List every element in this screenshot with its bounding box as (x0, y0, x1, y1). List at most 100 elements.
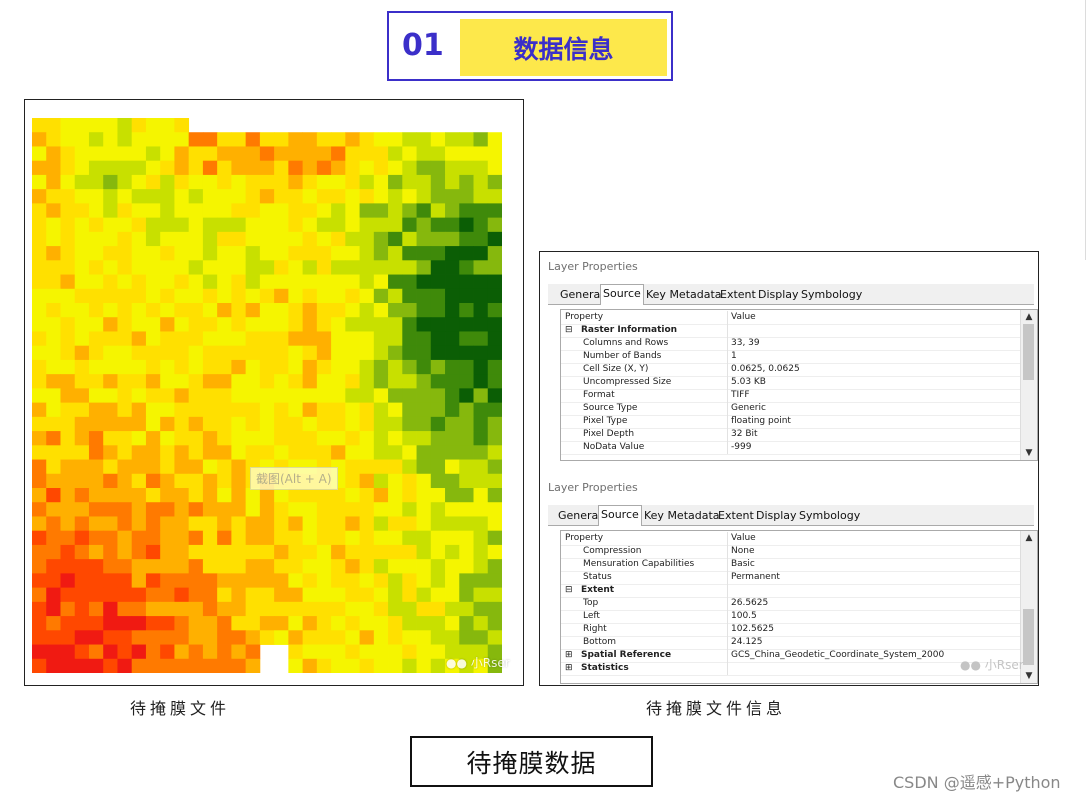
grid-row[interactable]: Right 102.5625 (561, 623, 1020, 637)
raster-cell (416, 160, 432, 176)
scroll-down-icon[interactable]: ▼ (1021, 446, 1037, 460)
grid-row[interactable]: Format TIFF (561, 389, 1020, 403)
raster-cell (331, 559, 346, 574)
raster-cell (402, 160, 417, 176)
raster-cell (345, 431, 360, 446)
tab-symbology[interactable]: Symbology (799, 286, 864, 303)
raster-cell (445, 601, 460, 617)
raster-cell (74, 217, 90, 233)
raster-cell (459, 359, 474, 375)
raster-cell (416, 530, 432, 546)
raster-cell (160, 189, 175, 204)
raster-cell (487, 630, 502, 645)
raster-cell (46, 274, 61, 290)
tab-key-metadata[interactable]: Key Metadata (644, 286, 724, 303)
grid-row[interactable]: Cell Size (X, Y) 0.0625, 0.0625 (561, 363, 1020, 377)
grid-row[interactable]: Source Type Generic (561, 402, 1020, 416)
raster-cell (288, 374, 303, 389)
tab-source[interactable]: Source (600, 284, 644, 305)
grid-row[interactable]: Left 100.5 (561, 610, 1020, 624)
raster-cell (231, 303, 247, 318)
grid-row[interactable]: Mensuration Capabilities Basic (561, 558, 1020, 572)
raster-cell (160, 644, 175, 660)
tab-key-metadata[interactable]: Key Metadata (642, 507, 722, 524)
raster-cell (60, 530, 76, 546)
grid-row[interactable]: ⊞ Statistics (561, 662, 1020, 676)
grid-row[interactable]: NoData Value -999 (561, 441, 1020, 455)
tab-symbology[interactable]: Symbology (797, 507, 862, 524)
tab-extent[interactable]: Extent (716, 507, 756, 524)
raster-cell (274, 402, 289, 418)
raster-cell (131, 559, 147, 574)
grid-row[interactable]: Columns and Rows 33, 39 (561, 337, 1020, 351)
scrollbar-thumb[interactable] (1023, 324, 1034, 380)
raster-cell (373, 331, 389, 347)
tab-general[interactable]: General (556, 507, 603, 524)
raster-cell (117, 146, 133, 162)
raster-cell (331, 203, 346, 219)
raster-cell (388, 473, 403, 489)
expand-toggle: ⊞ (565, 650, 573, 660)
raster-cell (430, 544, 446, 560)
raster-cell (202, 544, 218, 560)
raster-cell (459, 388, 474, 404)
tab-display[interactable]: Display (756, 286, 801, 303)
raster-cell (174, 260, 190, 275)
scroll-up-icon[interactable]: ▲ (1021, 310, 1037, 324)
raster-cell (487, 203, 502, 219)
tab-extent[interactable]: Extent (718, 286, 758, 303)
raster-cell (217, 587, 232, 603)
raster-cell (174, 388, 190, 404)
raster-cell (231, 174, 247, 190)
raster-cell (302, 331, 318, 347)
grid-row[interactable]: Uncompressed Size 5.03 KB (561, 376, 1020, 390)
tab-general[interactable]: General (558, 286, 605, 303)
raster-cell (388, 488, 403, 503)
raster-cell (103, 516, 118, 532)
raster-cell (274, 530, 289, 546)
raster-cell (445, 488, 460, 503)
scroll-up-icon[interactable]: ▲ (1021, 531, 1037, 545)
raster-cell (88, 374, 104, 389)
raster-cell (231, 459, 247, 475)
raster-cell (473, 587, 489, 603)
raster-cell (487, 416, 502, 432)
raster-cell (32, 288, 47, 304)
raster-cell (430, 132, 446, 147)
tab-display[interactable]: Display (754, 507, 799, 524)
grid-row[interactable]: Compression None (561, 545, 1020, 559)
raster-cell (473, 388, 489, 404)
grid-row[interactable]: Top 26.5625 (561, 597, 1020, 611)
vertical-scrollbar[interactable]: ▲ ▼ (1020, 310, 1037, 460)
grid-row[interactable]: Status Permanent (561, 571, 1020, 585)
raster-cell (331, 132, 346, 147)
raster-cell (274, 146, 289, 162)
grid-row[interactable]: Pixel Type floating point (561, 415, 1020, 429)
raster-cell (331, 530, 346, 546)
raster-cell (487, 530, 502, 546)
raster-cell (345, 530, 360, 546)
raster-cell (231, 189, 247, 204)
grid-row[interactable]: Bottom 24.125 (561, 636, 1020, 650)
scrollbar-thumb[interactable] (1023, 609, 1034, 665)
raster-cell (402, 516, 417, 532)
grid-row[interactable]: ⊟ Extent (561, 584, 1020, 598)
raster-cell (231, 374, 247, 389)
grid-row[interactable]: Pixel Depth 32 Bit (561, 428, 1020, 442)
raster-cell (174, 530, 190, 546)
raster-cell (74, 431, 90, 446)
raster-cell (302, 587, 318, 603)
grid-row[interactable]: Number of Bands 1 (561, 350, 1020, 364)
raster-cell (32, 189, 47, 204)
raster-cell (288, 544, 303, 560)
grid-row[interactable]: ⊞ Spatial Reference GCS_China_Geodetic_Coo… (561, 649, 1020, 663)
raster-cell (145, 473, 161, 489)
raster-cell (60, 146, 76, 162)
grid-row[interactable]: ⊟ Raster Information (561, 324, 1020, 338)
raster-cell (131, 644, 147, 660)
raster-cell (430, 587, 446, 603)
tab-source[interactable]: Source (598, 505, 642, 526)
raster-cell (331, 288, 346, 304)
property-grid[interactable]: Property Value ⊟ Raster Information Column… (560, 309, 1038, 461)
raster-cell (60, 374, 76, 389)
